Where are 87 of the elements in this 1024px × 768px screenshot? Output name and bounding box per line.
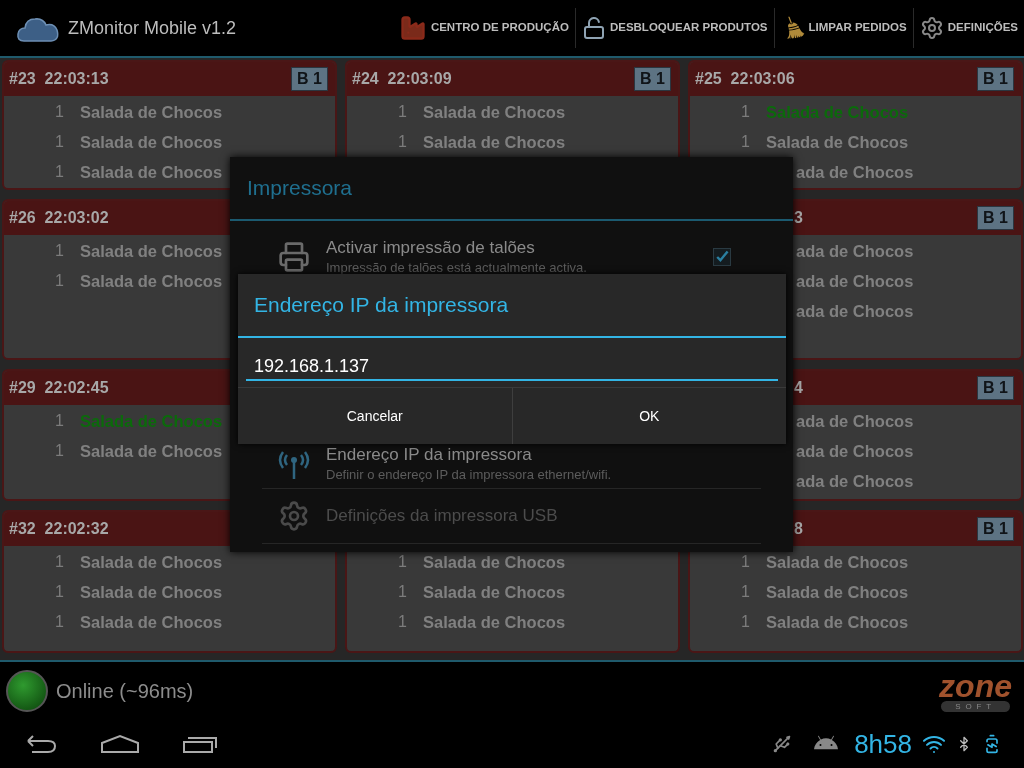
item-quantity: 1 bbox=[397, 582, 408, 602]
item-name: Salada de Chocos bbox=[766, 581, 909, 603]
order-title: 8 bbox=[793, 519, 803, 539]
clock: 8h58 bbox=[854, 727, 912, 761]
setting-title: Definições da impressora USB bbox=[326, 505, 559, 527]
item-name: Salada de Chocos bbox=[80, 131, 223, 153]
order-title: #26 22:03:02 bbox=[8, 208, 109, 228]
item-quantity: 1 bbox=[397, 132, 408, 152]
table-badge: B 1 bbox=[977, 376, 1014, 400]
brand-logo: zone SOFT bbox=[939, 670, 1012, 712]
item-quantity: 1 bbox=[740, 552, 751, 572]
ip-address-field[interactable]: 192.168.1.137 bbox=[246, 353, 778, 381]
item-name: Salada de Chocos bbox=[80, 161, 223, 183]
item-quantity: 1 bbox=[54, 411, 65, 431]
padlock-icon bbox=[581, 16, 606, 40]
item-quantity: 1 bbox=[54, 552, 65, 572]
table-badge: B 1 bbox=[977, 517, 1014, 541]
item-quantity: 1 bbox=[740, 582, 751, 602]
setting-subtitle: Impressão de talões está actualmente activa. bbox=[326, 259, 588, 277]
order-title: #23 22:03:13 bbox=[8, 69, 109, 89]
item-quantity: 1 bbox=[740, 612, 751, 632]
item-name: Salada de Chocos bbox=[80, 270, 223, 292]
item-quantity: 1 bbox=[54, 582, 65, 602]
dialog-button[interactable]: Cancelar bbox=[238, 388, 512, 444]
item-quantity: 1 bbox=[397, 552, 408, 572]
dialog-title: Endereço IP da impressora bbox=[254, 292, 509, 319]
setting-subtitle: Definir o endereço IP da impressora ethernet/wifi. bbox=[326, 465, 613, 484]
item-quantity: 1 bbox=[54, 162, 65, 182]
item-name: Salada de Chocos bbox=[423, 131, 566, 153]
item-quantity: 1 bbox=[54, 441, 65, 461]
recent-apps-icon[interactable] bbox=[182, 734, 218, 754]
item-name: ada de Chocos bbox=[796, 270, 914, 292]
item-name: ada de Chocos bbox=[796, 440, 914, 462]
order-title: #25 22:03:06 bbox=[694, 69, 795, 89]
checkbox[interactable] bbox=[713, 248, 731, 266]
toolbar-action[interactable]: CENTRO DE PRODUÇÃO bbox=[392, 8, 575, 48]
item-name: Salada de Chocos bbox=[423, 551, 566, 573]
item-name: Salada de Chocos bbox=[80, 240, 223, 262]
item-name: ada de Chocos bbox=[796, 300, 914, 322]
order-title: #32 22:02:32 bbox=[8, 519, 109, 539]
app-title: ZMonitor Mobile v1.2 bbox=[68, 16, 237, 40]
item-name: Salada de Chocos bbox=[80, 101, 223, 123]
item-name: ada de Chocos bbox=[796, 470, 914, 492]
item-name: Salada de Chocos bbox=[423, 581, 566, 603]
order-title: 3 bbox=[793, 208, 803, 228]
item-name: Salada de Chocos bbox=[423, 611, 566, 633]
order-title: #24 22:03:09 bbox=[351, 69, 452, 89]
toolbar-action[interactable]: LIMPAR PEDIDOS bbox=[773, 8, 913, 48]
toolbar-action[interactable]: DESBLOQUEAR PRODUTOS bbox=[574, 8, 774, 48]
usb-icon bbox=[772, 734, 793, 754]
order-title: #29 22:02:45 bbox=[8, 378, 109, 398]
setting-title: Endereço IP da impressora bbox=[326, 443, 533, 466]
item-name: Salada de Chocos bbox=[766, 131, 909, 153]
item-name: ada de Chocos bbox=[796, 161, 914, 183]
printer-icon bbox=[278, 241, 310, 273]
dialog-title: Impressora bbox=[247, 175, 353, 202]
item-name: Salada de Chocos bbox=[766, 551, 909, 573]
item-name: ada de Chocos bbox=[796, 240, 914, 262]
item-quantity: 1 bbox=[54, 132, 65, 152]
setting-title: Activar impressão de talões bbox=[326, 237, 536, 259]
toolbar-action[interactable]: DEFINIÇÕES bbox=[912, 8, 1024, 48]
table-badge: B 1 bbox=[977, 67, 1014, 91]
item-name: Salada de Chocos bbox=[766, 611, 909, 633]
table-badge: B 1 bbox=[634, 67, 671, 91]
connection-status: Online (~96ms) bbox=[56, 679, 194, 704]
item-quantity: 1 bbox=[54, 102, 65, 122]
settings-icon bbox=[278, 500, 310, 532]
item-name: Salada de Chocos bbox=[80, 611, 223, 633]
table-badge: B 1 bbox=[291, 67, 328, 91]
item-name: ada de Chocos bbox=[796, 410, 914, 432]
item-quantity: 1 bbox=[740, 102, 751, 122]
item-quantity: 1 bbox=[54, 612, 65, 632]
item-quantity: 1 bbox=[740, 132, 751, 152]
table-badge: B 1 bbox=[977, 206, 1014, 230]
item-quantity: 1 bbox=[54, 271, 65, 291]
item-quantity: 1 bbox=[397, 102, 408, 122]
item-name: Salada de Chocos bbox=[80, 581, 223, 603]
item-quantity: 1 bbox=[54, 241, 65, 261]
dialog-button[interactable]: OK bbox=[511, 388, 786, 444]
order-title: 4 bbox=[793, 378, 803, 398]
home-icon[interactable] bbox=[100, 734, 140, 754]
settings-icon bbox=[919, 16, 944, 40]
factory-icon bbox=[398, 14, 427, 42]
item-quantity: 1 bbox=[397, 612, 408, 632]
item-name: Salada de Chocos bbox=[80, 440, 223, 462]
item-name: Salada de Chocos bbox=[80, 551, 223, 573]
item-name: Salada de Chocos bbox=[423, 101, 566, 123]
